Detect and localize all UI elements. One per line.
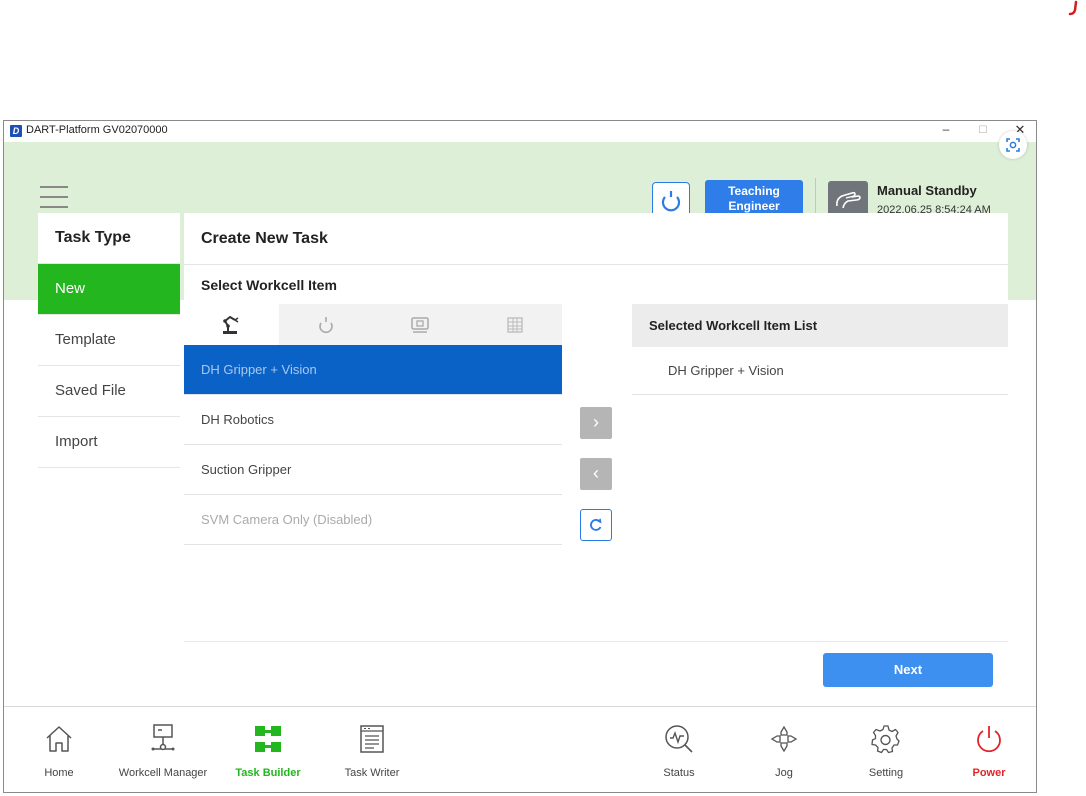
nav-power-label: Power <box>972 767 1006 779</box>
nav-workcell-manager[interactable]: Workcell Manager <box>108 707 218 792</box>
selected-list-item[interactable]: DH Gripper + Vision <box>632 347 1008 395</box>
title-bar: D DART-Platform GV02070000 – ☐ ✕ <box>4 121 1036 142</box>
window-title: DART-Platform GV02070000 <box>26 124 168 136</box>
nav-home[interactable]: Home <box>4 707 114 792</box>
nav-status[interactable]: Status <box>624 707 734 792</box>
hamburger-menu-button[interactable] <box>40 186 68 208</box>
task-type-saved-file[interactable]: Saved File <box>38 366 180 417</box>
nav-setting[interactable]: Setting <box>831 707 941 792</box>
nav-workcell-manager-label: Workcell Manager <box>118 767 208 779</box>
capture-icon <box>1006 138 1020 152</box>
tab-tool[interactable] <box>279 304 374 345</box>
screenshot-button[interactable] <box>999 131 1027 159</box>
jog-icon <box>770 725 798 753</box>
nav-task-writer-label: Task Writer <box>344 767 400 779</box>
list-item[interactable]: Suction Gripper <box>184 445 562 495</box>
footer-divider <box>184 641 1008 642</box>
nav-home-label: Home <box>44 767 74 779</box>
nav-jog[interactable]: Jog <box>729 707 839 792</box>
create-task-panel: Create New Task Select Workcell Item DH … <box>184 213 1008 713</box>
task-type-heading: Task Type <box>38 213 180 264</box>
maximize-button[interactable]: ☐ <box>973 125 993 136</box>
task-builder-icon <box>255 726 281 752</box>
next-button[interactable]: Next <box>823 653 993 687</box>
nav-task-writer[interactable]: Task Writer <box>317 707 427 792</box>
task-writer-icon <box>360 725 384 753</box>
corner-mark-icon <box>1068 0 1078 16</box>
reset-selection-button[interactable] <box>580 509 612 541</box>
remove-item-button[interactable]: ‹ <box>580 458 612 490</box>
list-item[interactable]: DH Robotics <box>184 395 562 445</box>
section-title: Select Workcell Item <box>201 277 337 293</box>
list-item: SVM Camera Only (Disabled) <box>184 495 562 545</box>
robot-arm-icon <box>223 315 239 334</box>
task-type-import[interactable]: Import <box>38 417 180 468</box>
grid-icon <box>507 316 523 333</box>
app-logo-icon: D <box>10 125 22 137</box>
workcell-item-list: DH Gripper + Vision DH Robotics Suction … <box>184 345 562 545</box>
minimize-button[interactable]: – <box>936 122 956 136</box>
role-line-1: Teaching <box>728 184 780 198</box>
tab-io[interactable] <box>468 304 563 345</box>
power-icon <box>977 726 1001 753</box>
app-window: D DART-Platform GV02070000 – ☐ ✕ Teachin… <box>3 120 1037 793</box>
list-item[interactable]: DH Gripper + Vision <box>184 345 562 395</box>
nav-setting-label: Setting <box>868 767 904 779</box>
selected-list-heading: Selected Workcell Item List <box>632 304 1008 347</box>
tab-robot[interactable] <box>184 304 279 345</box>
bottom-navigation: Home Workcell Manager Task Builder Task … <box>4 706 1036 792</box>
display-icon <box>411 316 429 333</box>
mode-title: Manual Standby <box>877 183 977 198</box>
add-item-button[interactable]: › <box>580 407 612 439</box>
workcell-category-tabs <box>184 304 562 345</box>
home-icon <box>46 726 72 752</box>
status-icon <box>665 725 693 753</box>
role-line-2: Engineer <box>728 199 780 213</box>
page-title: Create New Task <box>184 213 1008 265</box>
task-type-new[interactable]: New <box>38 264 180 315</box>
refresh-icon <box>590 518 602 531</box>
nav-jog-label: Jog <box>775 767 793 779</box>
nav-status-label: Status <box>663 767 695 779</box>
task-type-panel: Task Type New Template Saved File Import <box>38 213 180 713</box>
nav-power[interactable]: Power <box>934 707 1036 792</box>
nav-task-builder[interactable]: Task Builder <box>213 707 323 792</box>
gear-icon <box>871 725 900 754</box>
nav-task-builder-label: Task Builder <box>235 767 301 779</box>
rotate-icon <box>318 316 333 333</box>
workcell-icon <box>151 724 175 751</box>
task-type-template[interactable]: Template <box>38 315 180 366</box>
tab-vision[interactable] <box>373 304 468 345</box>
